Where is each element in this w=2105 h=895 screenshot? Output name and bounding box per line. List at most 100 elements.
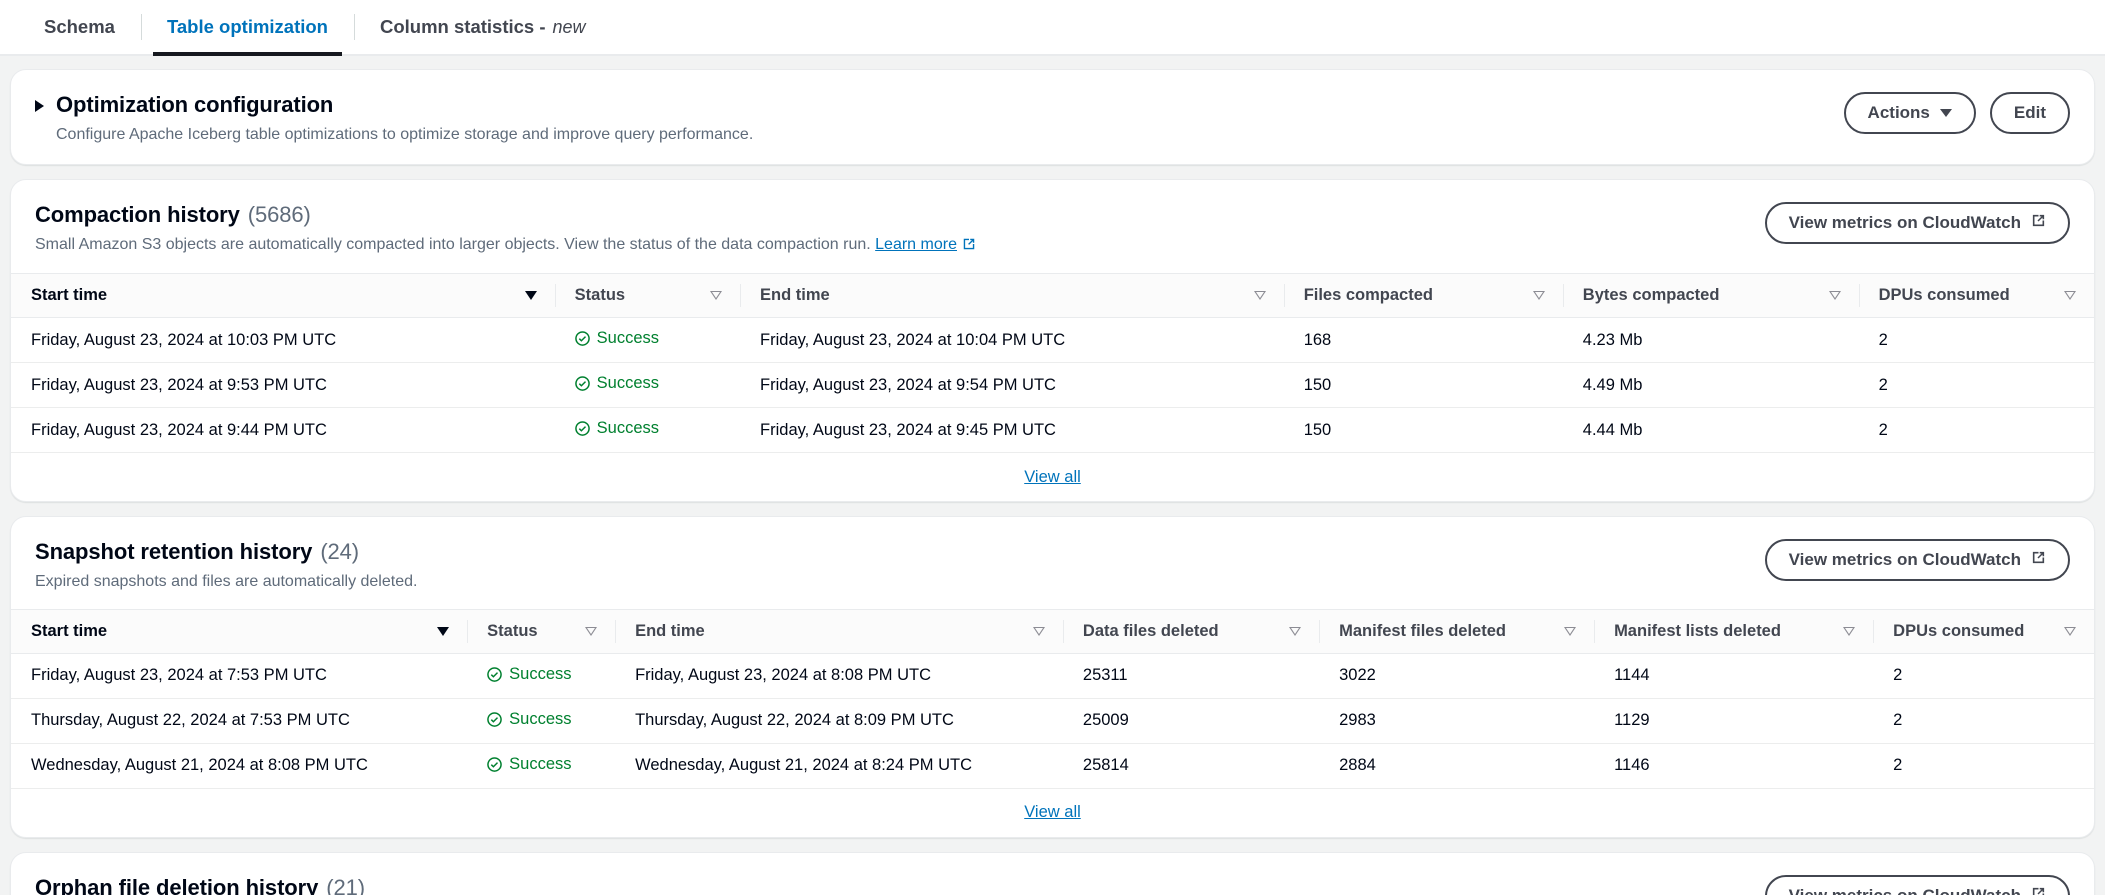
compaction-history-title-text: Compaction history bbox=[35, 202, 240, 228]
sort-icon[interactable] bbox=[1533, 291, 1545, 300]
cell-end-time: Friday, August 23, 2024 at 8:08 PM UTC bbox=[615, 653, 1063, 698]
column-header-manifest-lists-deleted[interactable]: Manifest lists deleted bbox=[1594, 609, 1873, 653]
column-header-end-time[interactable]: End time bbox=[615, 609, 1063, 653]
view-all-link[interactable]: View all bbox=[1024, 468, 1081, 487]
snapshot-retention-table: Start time Status End time Data files de… bbox=[11, 609, 2094, 789]
snapshot-retention-title: Snapshot retention history (24) bbox=[35, 539, 417, 565]
tab-column-statistics[interactable]: Column statistics - new bbox=[354, 0, 612, 54]
sort-icon[interactable] bbox=[1254, 291, 1266, 300]
compaction-history-count: (5686) bbox=[248, 202, 311, 228]
status-label: Success bbox=[509, 665, 571, 684]
sort-icon[interactable] bbox=[1564, 627, 1576, 636]
sort-icon[interactable] bbox=[1289, 627, 1301, 636]
status-label: Success bbox=[597, 329, 659, 348]
tab-bar: Schema Table optimization Column statist… bbox=[0, 0, 2105, 56]
table-row: Friday, August 23, 2024 at 10:03 PM UTC … bbox=[11, 318, 2094, 363]
orphan-view-metrics-button[interactable]: View metrics on CloudWatch bbox=[1765, 875, 2070, 895]
status-label: Success bbox=[597, 419, 659, 438]
cell-files-compacted: 150 bbox=[1284, 363, 1563, 408]
cell-manifest-lists-deleted: 1129 bbox=[1594, 698, 1873, 743]
column-header-dpus-consumed[interactable]: DPUs consumed bbox=[1873, 609, 2094, 653]
cell-end-time: Friday, August 23, 2024 at 10:04 PM UTC bbox=[740, 318, 1284, 363]
sort-icon[interactable] bbox=[1843, 627, 1855, 636]
sort-icon[interactable] bbox=[1033, 627, 1045, 636]
tab-schema[interactable]: Schema bbox=[18, 0, 141, 54]
sort-icon[interactable] bbox=[710, 291, 722, 300]
sort-icon[interactable] bbox=[585, 627, 597, 636]
optimization-collapsible[interactable]: Optimization configuration Configure Apa… bbox=[35, 92, 753, 146]
tab-table-optimization[interactable]: Table optimization bbox=[141, 0, 354, 54]
orphan-view-metrics-label: View metrics on CloudWatch bbox=[1789, 886, 2021, 895]
table-optimization-page: Schema Table optimization Column statist… bbox=[0, 0, 2105, 895]
cell-start-time: Wednesday, August 21, 2024 at 8:08 PM UT… bbox=[11, 743, 467, 788]
table-row: Friday, August 23, 2024 at 9:44 PM UTC S… bbox=[11, 408, 2094, 453]
compaction-view-metrics-button[interactable]: View metrics on CloudWatch bbox=[1765, 202, 2070, 244]
compaction-history-card: Compaction history (5686) Small Amazon S… bbox=[10, 179, 2095, 503]
external-link-icon bbox=[962, 236, 976, 258]
snapshot-retention-title-text: Snapshot retention history bbox=[35, 539, 312, 565]
view-all-link[interactable]: View all bbox=[1024, 803, 1081, 822]
sort-ascending-icon[interactable] bbox=[525, 291, 537, 300]
compaction-view-all-row: View all bbox=[11, 453, 2094, 501]
tab-label: Table optimization bbox=[167, 16, 328, 38]
sort-ascending-icon[interactable] bbox=[437, 627, 449, 636]
cell-dpus-consumed: 2 bbox=[1873, 653, 2094, 698]
column-header-label: End time bbox=[760, 286, 830, 305]
column-header-dpus-consumed[interactable]: DPUs consumed bbox=[1859, 274, 2094, 318]
cell-bytes-compacted: 4.23 Mb bbox=[1563, 318, 1859, 363]
external-link-icon bbox=[2031, 886, 2046, 895]
cell-status: Success bbox=[555, 363, 740, 408]
snapshot-retention-history-header: Snapshot retention history (24) Expired … bbox=[11, 517, 2094, 609]
column-header-status[interactable]: Status bbox=[555, 274, 740, 318]
optimization-title: Optimization configuration bbox=[56, 92, 753, 118]
orphan-file-deletion-title: Orphan file deletion history (21) bbox=[35, 875, 365, 895]
column-header-data-files-deleted[interactable]: Data files deleted bbox=[1063, 609, 1319, 653]
column-header-start-time[interactable]: Start time bbox=[11, 609, 467, 653]
column-header-manifest-files-deleted[interactable]: Manifest files deleted bbox=[1319, 609, 1594, 653]
orphan-file-deletion-count: (21) bbox=[326, 875, 365, 895]
column-header-label: Start time bbox=[31, 286, 107, 305]
edit-button[interactable]: Edit bbox=[1990, 92, 2070, 134]
column-header-end-time[interactable]: End time bbox=[740, 274, 1284, 318]
cell-manifest-files-deleted: 3022 bbox=[1319, 653, 1594, 698]
cell-start-time: Friday, August 23, 2024 at 10:03 PM UTC bbox=[11, 318, 555, 363]
column-header-files-compacted[interactable]: Files compacted bbox=[1284, 274, 1563, 318]
column-header-start-time[interactable]: Start time bbox=[11, 274, 555, 318]
snapshot-view-metrics-label: View metrics on CloudWatch bbox=[1789, 550, 2021, 570]
column-header-status[interactable]: Status bbox=[467, 609, 615, 653]
cell-end-time: Wednesday, August 21, 2024 at 8:24 PM UT… bbox=[615, 743, 1063, 788]
tab-label: Schema bbox=[44, 16, 115, 38]
learn-more-link[interactable]: Learn more bbox=[875, 236, 957, 253]
cell-status: Success bbox=[555, 318, 740, 363]
cell-end-time: Thursday, August 22, 2024 at 8:09 PM UTC bbox=[615, 698, 1063, 743]
compaction-history-description: Small Amazon S3 objects are automaticall… bbox=[35, 234, 976, 258]
cell-dpus-consumed: 2 bbox=[1859, 408, 2094, 453]
cell-status: Success bbox=[467, 698, 615, 743]
snapshot-view-metrics-button[interactable]: View metrics on CloudWatch bbox=[1765, 539, 2070, 581]
column-header-label: Data files deleted bbox=[1083, 622, 1219, 641]
table-row: Friday, August 23, 2024 at 9:53 PM UTC S… bbox=[11, 363, 2094, 408]
sort-icon[interactable] bbox=[2064, 291, 2076, 300]
column-header-bytes-compacted[interactable]: Bytes compacted bbox=[1563, 274, 1859, 318]
cell-data-files-deleted: 25814 bbox=[1063, 743, 1319, 788]
sort-icon[interactable] bbox=[1829, 291, 1841, 300]
status-badge: Success bbox=[487, 755, 571, 774]
actions-button[interactable]: Actions bbox=[1844, 92, 1976, 134]
table-row: Wednesday, August 21, 2024 at 8:08 PM UT… bbox=[11, 743, 2094, 788]
sort-icon[interactable] bbox=[2064, 627, 2076, 636]
cell-start-time: Friday, August 23, 2024 at 9:44 PM UTC bbox=[11, 408, 555, 453]
cell-start-time: Friday, August 23, 2024 at 7:53 PM UTC bbox=[11, 653, 467, 698]
cell-manifest-lists-deleted: 1146 bbox=[1594, 743, 1873, 788]
column-header-label: Bytes compacted bbox=[1583, 286, 1720, 305]
table-header-row: Start time Status End time Data files de… bbox=[11, 609, 2094, 653]
column-header-label: Start time bbox=[31, 622, 107, 641]
cell-bytes-compacted: 4.49 Mb bbox=[1563, 363, 1859, 408]
chevron-right-icon[interactable] bbox=[35, 100, 44, 112]
table-header-row: Start time Status End time Files compact… bbox=[11, 274, 2094, 318]
column-header-label: Status bbox=[487, 622, 537, 641]
optimization-configuration-card: Optimization configuration Configure Apa… bbox=[10, 69, 2095, 165]
table-row: Thursday, August 22, 2024 at 7:53 PM UTC… bbox=[11, 698, 2094, 743]
cell-status: Success bbox=[555, 408, 740, 453]
tab-label: Column statistics - bbox=[380, 16, 546, 38]
compaction-history-description-text: Small Amazon S3 objects are automaticall… bbox=[35, 236, 871, 253]
